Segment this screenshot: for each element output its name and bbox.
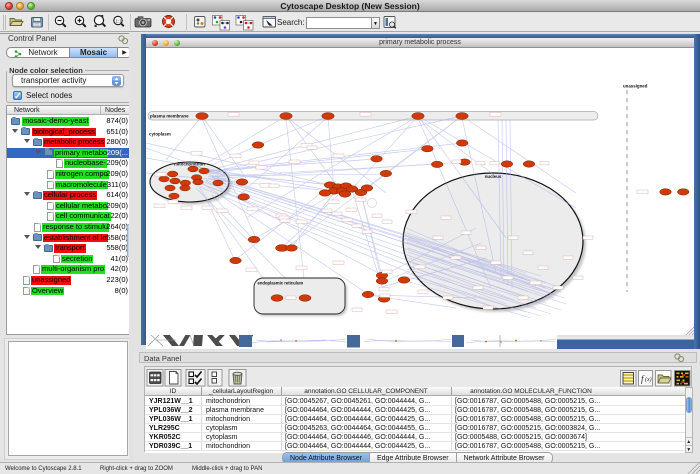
svg-text:1:1: 1:1	[116, 19, 123, 24]
svg-text:unassigned: unassigned	[623, 83, 648, 88]
svg-text:(x): (x)	[645, 376, 652, 383]
svg-text:plasma membrane: plasma membrane	[150, 113, 189, 118]
svg-text:cytoplasm: cytoplasm	[149, 131, 171, 136]
svg-text:endoplasmic reticulum: endoplasmic reticulum	[258, 280, 304, 285]
